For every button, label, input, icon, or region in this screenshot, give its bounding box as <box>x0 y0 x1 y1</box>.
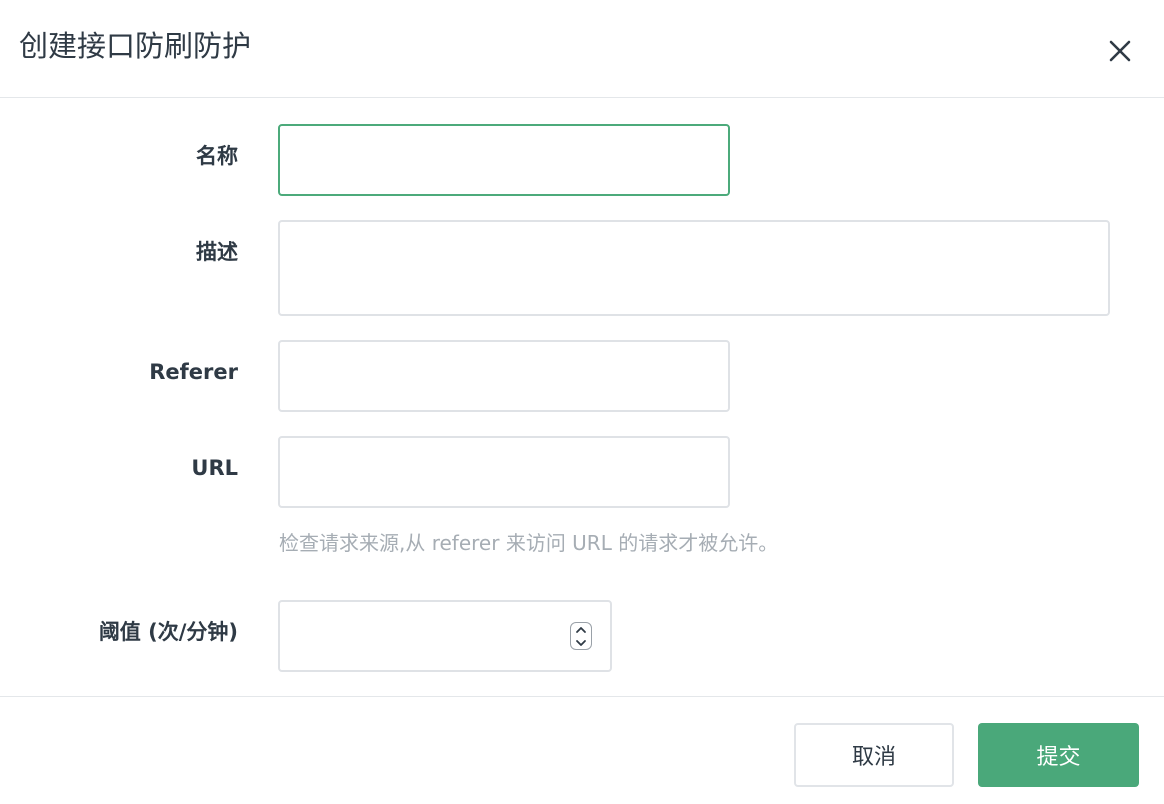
submit-button[interactable]: 提交 <box>978 723 1139 787</box>
description-label: 描述 <box>196 240 238 264</box>
name-input[interactable] <box>278 124 730 196</box>
url-input[interactable] <box>278 436 730 508</box>
threshold-input[interactable] <box>278 600 612 672</box>
close-icon <box>1109 40 1131 62</box>
increment-button[interactable] <box>571 623 591 636</box>
dialog-header: 创建接口防刷防护 <box>0 0 1164 98</box>
cancel-button[interactable]: 取消 <box>794 723 954 787</box>
description-textarea[interactable] <box>278 220 1110 316</box>
threshold-label: 阈值 (次/分钟) <box>98 620 238 644</box>
url-help-text: 检查请求来源,从 referer 来访问 URL 的请求才被允许。 <box>279 531 779 555</box>
chevron-up-icon <box>576 626 586 633</box>
decrement-button[interactable] <box>571 636 591 649</box>
dialog-footer: 取消 提交 <box>0 696 1164 804</box>
chevron-down-icon <box>576 639 586 646</box>
threshold-stepper[interactable] <box>570 622 592 650</box>
close-button[interactable] <box>1103 34 1137 68</box>
referer-input[interactable] <box>278 340 730 412</box>
url-label: URL <box>191 456 238 480</box>
create-api-protection-dialog: 创建接口防刷防护 名称 描述 Referer URL 检查请求来源,从 refe… <box>0 0 1164 804</box>
dialog-title: 创建接口防刷防护 <box>19 29 252 63</box>
name-label: 名称 <box>196 144 238 168</box>
referer-label: Referer <box>149 360 238 384</box>
